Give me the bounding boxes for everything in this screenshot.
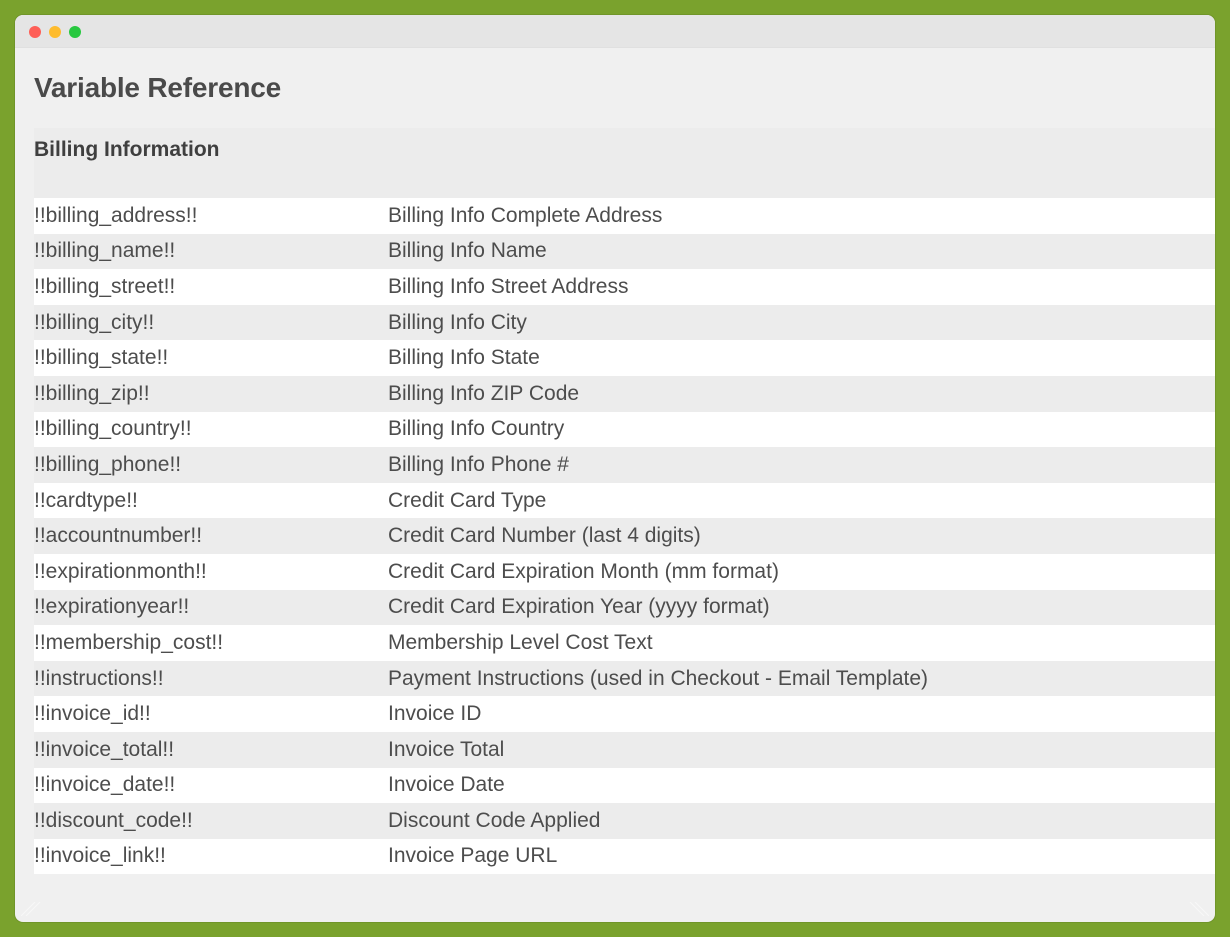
variable-name: !!invoice_total!! [34,737,175,761]
table-row: !!membership_cost!! Membership Level Cost… [34,625,1215,661]
table-row: !!billing_name!! Billing Info Name [34,233,1215,270]
variable-table: !!billing_address!! Billing Info Complete… [34,198,1215,875]
variable-name: !!billing_city!! [34,310,155,334]
table-row: !!cardtype!! Credit Card Type [34,482,1215,519]
variable-description: Billing Info Name [388,239,547,263]
variable-description: Payment Instructions (used in Checkout -… [388,666,929,690]
table-row: !!expirationyear!! Credit Card Expiration… [34,589,1215,626]
variable-description: Billing Info State [388,346,540,370]
variable-description: Billing Info ZIP Code [388,381,580,405]
variable-description: Invoice Total [388,737,505,761]
table-row: !!billing_state!! Billing Info State [34,340,1215,376]
variable-name: !!billing_address!! [34,203,198,227]
variable-name: !!accountnumber!! [34,524,203,548]
resize-grip-left-icon[interactable] [21,902,41,916]
variable-description: Billing Info Complete Address [388,203,663,227]
variable-name: !!billing_state!! [34,346,169,370]
variable-description: Membership Level Cost Text [388,630,653,654]
zoom-window-button[interactable] [69,26,81,38]
variable-description: Invoice Date [388,773,505,797]
window-titlebar[interactable] [15,15,1215,48]
variable-name: !!invoice_date!! [34,773,176,797]
table-row: !!accountnumber!! Credit Card Number (las… [34,518,1215,554]
variable-name: !!billing_phone!! [34,452,182,476]
table-row: !!expirationmonth!! Credit Card Expiratio… [34,553,1215,590]
close-window-button[interactable] [29,26,41,38]
variable-description: Invoice ID [388,702,482,726]
variable-description: Credit Card Expiration Year (yyyy format… [388,595,770,619]
variable-description: Credit Card Number (last 4 digits) [388,524,701,548]
variable-name: !!discount_code!! [34,808,193,832]
minimize-window-button[interactable] [49,26,61,38]
variable-description: Billing Info City [388,310,527,334]
table-row: !!invoice_link!! Invoice Page URL [34,838,1215,875]
variable-name: !!invoice_id!! [34,702,151,726]
variable-name: !!instructions!! [34,666,164,690]
table-row: !!billing_street!! Billing Info Street Ad… [34,269,1215,305]
variable-name: !!expirationmonth!! [34,559,207,583]
table-row: !!invoice_date!! Invoice Date [34,767,1215,804]
page-content: Variable Reference Billing Information !… [15,48,1215,875]
table-row: !!billing_phone!! Billing Info Phone # [34,447,1215,483]
variable-description: Credit Card Expiration Month (mm format) [388,559,779,583]
section-title: Billing Information [34,138,220,161]
variable-name: !!billing_country!! [34,417,192,441]
variable-name: !!billing_name!! [34,239,176,263]
variable-name: !!cardtype!! [34,488,138,512]
table-row: !!instructions!! Payment Instructions (us… [34,660,1215,697]
table-row: !!billing_zip!! Billing Info ZIP Code [34,375,1215,412]
page-title: Variable Reference [34,72,281,103]
variable-description: Billing Info Country [388,417,565,441]
table-row: !!billing_address!! Billing Info Complete… [34,198,1215,234]
resize-grip-right-icon[interactable] [1189,902,1209,916]
variable-description: Discount Code Applied [388,808,601,832]
variable-name: !!billing_street!! [34,274,176,298]
variable-name: !!expirationyear!! [34,595,190,619]
app-window: Variable Reference Billing Information !… [15,15,1215,922]
variable-name: !!invoice_link!! [34,844,166,868]
table-row: !!discount_code!! Discount Code Applied [34,803,1215,839]
table-row: !!billing_country!! Billing Info Country [34,411,1215,448]
table-row: !!invoice_id!! Invoice ID [34,696,1215,732]
variable-description: Billing Info Street Address [388,274,629,298]
table-row: !!invoice_total!! Invoice Total [34,731,1215,768]
variable-description: Billing Info Phone # [388,452,569,476]
variable-name: !!billing_zip!! [34,381,150,405]
table-row: !!billing_city!! Billing Info City [34,304,1215,341]
variable-description: Credit Card Type [388,488,547,512]
section-header: Billing Information [34,128,1215,198]
variable-description: Invoice Page URL [388,844,558,868]
variable-name: !!membership_cost!! [34,630,224,654]
variable-table-body: !!billing_address!! Billing Info Complete… [34,198,1215,875]
